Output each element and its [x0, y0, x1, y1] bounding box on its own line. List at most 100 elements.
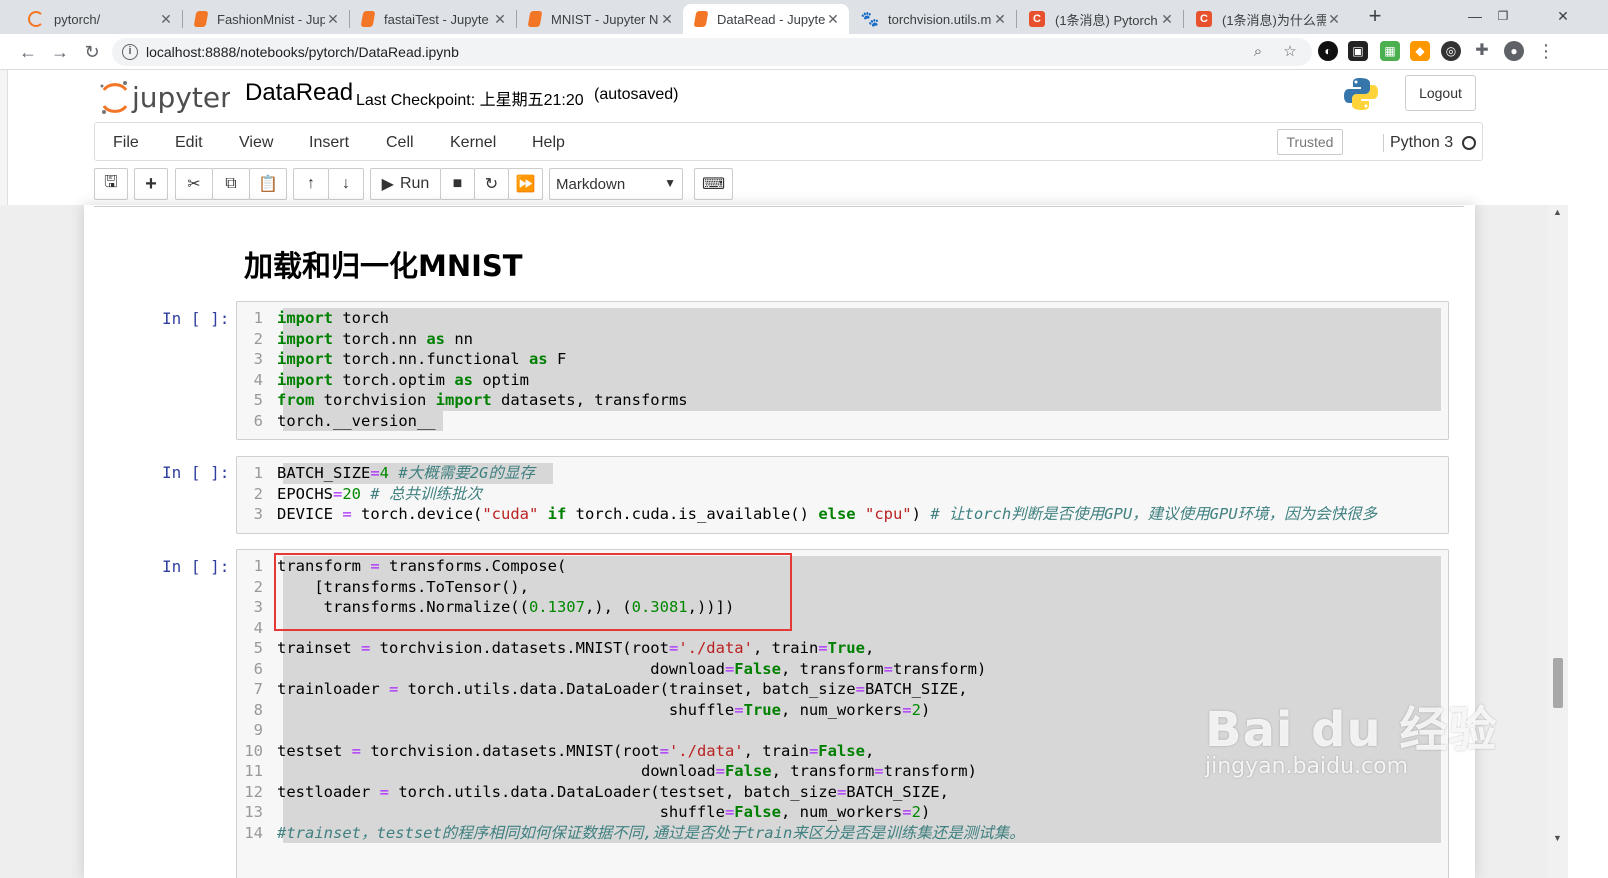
bookmark-star-icon[interactable]: ☆: [1280, 42, 1300, 62]
save-button[interactable]: 🖫: [94, 168, 128, 200]
menu-view[interactable]: View: [239, 134, 273, 152]
zoom-icon[interactable]: ⌕: [1248, 42, 1268, 62]
move-up-button[interactable]: ↑: [293, 168, 329, 200]
restart-button[interactable]: ↻: [474, 168, 509, 200]
code-line: 12 testloader = torch.utils.data.DataLoad…: [237, 781, 1448, 802]
run-button[interactable]: ▶ Run: [370, 168, 441, 200]
cell-type-select[interactable]: Markdown ▼: [549, 168, 683, 200]
extension-icon[interactable]: ▣: [1348, 41, 1368, 61]
menu-cell[interactable]: Cell: [386, 134, 414, 152]
scrollbar[interactable]: ▲ ▼: [1548, 205, 1568, 878]
close-tab-icon[interactable]: ✕: [992, 11, 1008, 28]
scroll-down-icon[interactable]: ▼: [1553, 833, 1562, 843]
trusted-indicator[interactable]: Trusted: [1277, 129, 1343, 155]
omnibox[interactable]: i localhost:8888/notebooks/pytorch/DataR…: [112, 38, 1312, 66]
extension-icon[interactable]: ◐: [1318, 41, 1338, 61]
code-token: =: [388, 680, 399, 698]
code-token: False: [818, 741, 865, 760]
paste-button[interactable]: 📋: [249, 168, 287, 200]
close-tab-icon[interactable]: ✕: [325, 11, 341, 28]
code-token: if: [547, 505, 567, 523]
code-editor[interactable]: 1 import torch 2 import torch.nn as nn 3 impo…: [237, 308, 1448, 431]
move-down-button[interactable]: ↓: [328, 168, 364, 200]
code-token: F: [547, 350, 567, 368]
jupyter-logo[interactable]: jupyter: [98, 78, 232, 121]
close-tab-icon[interactable]: ✕: [825, 11, 841, 28]
code-token: import: [277, 309, 333, 327]
browser-tab[interactable]: pytorch/ ✕: [16, 4, 182, 34]
code-token: datasets, transforms: [491, 391, 688, 409]
extension-icon[interactable]: ◆: [1410, 41, 1430, 61]
extensions-puzzle-icon[interactable]: ✚: [1472, 41, 1492, 61]
info-icon[interactable]: i: [122, 44, 138, 60]
markdown-heading[interactable]: 加载和归一化MNIST: [244, 243, 523, 285]
code-token: BATCH_SIZE,: [864, 680, 968, 698]
back-icon[interactable]: ←: [14, 38, 42, 66]
code-editor[interactable]: 1 BATCH_SIZE=4 #大概需要2G的显存 2 EPOCHS=20 # 总共训…: [237, 463, 1448, 525]
line-number: 13: [244, 803, 263, 821]
notebook-name[interactable]: DataRead: [245, 79, 353, 107]
close-tab-icon[interactable]: ✕: [1326, 11, 1342, 28]
close-tab-icon[interactable]: ✕: [492, 11, 508, 28]
code-line: 3 DEVICE = torch.device("cuda" if torch.c…: [237, 504, 1448, 525]
browser-tab[interactable]: C (1条消息)为什么需 ✕: [1184, 4, 1350, 34]
menu-help[interactable]: Help: [532, 134, 565, 152]
code-token: , num_workers: [780, 700, 903, 719]
code-line: 1 BATCH_SIZE=4 #大概需要2G的显存: [237, 463, 1448, 484]
menu-insert[interactable]: Insert: [309, 134, 349, 152]
code-cell[interactable]: 1 BATCH_SIZE=4 #大概需要2G的显存 2 EPOCHS=20 # 总共训…: [236, 456, 1449, 534]
browser-tab[interactable]: DataRead - Jupyte ✕: [683, 4, 849, 34]
insert-cell-button[interactable]: +: [134, 168, 168, 200]
browser-tab-title: MNIST - Jupyter N: [551, 11, 659, 27]
scrollbar-thumb[interactable]: [1553, 658, 1563, 708]
last-checkpoint: Last Checkpoint: 上星期五21:20: [356, 92, 584, 109]
code-token: torchvision: [314, 391, 436, 409]
browser-tab[interactable]: 🐾 torchvision.utils.m ✕: [850, 4, 1016, 34]
code-token: =: [342, 505, 352, 523]
command-palette-button[interactable]: ⌨: [694, 168, 733, 200]
menu-edit[interactable]: Edit: [175, 134, 203, 152]
code-token: torch.nn: [333, 329, 427, 348]
restart-run-all-button[interactable]: ⏩: [508, 168, 543, 200]
menu-kernel[interactable]: Kernel: [450, 134, 496, 152]
close-tab-icon[interactable]: ✕: [659, 11, 675, 28]
interrupt-button[interactable]: ■: [440, 168, 475, 200]
menu-kebab-icon[interactable]: ⋮: [1536, 41, 1556, 61]
code-cell[interactable]: 1 import torch 2 import torch.nn as nn 3 impo…: [236, 301, 1449, 440]
close-tab-icon[interactable]: ✕: [1159, 11, 1175, 28]
code-token: 20: [342, 484, 362, 503]
reload-icon[interactable]: ↻: [78, 38, 106, 66]
profile-avatar[interactable]: ●: [1504, 41, 1524, 61]
restore-button[interactable]: ❐: [1480, 0, 1526, 34]
close-window-button[interactable]: ✕: [1540, 0, 1586, 34]
kernel-name[interactable]: Python 3: [1383, 134, 1453, 152]
code-token: else: [818, 505, 856, 523]
browser-tab[interactable]: fastaiTest - Jupyte ✕: [350, 4, 516, 34]
browser-tab[interactable]: MNIST - Jupyter N ✕: [517, 4, 683, 34]
url-text[interactable]: localhost:8888/notebooks/pytorch/DataRea…: [146, 44, 459, 60]
code-token: 4: [379, 464, 390, 482]
csdn-icon: C: [1029, 11, 1045, 27]
code-token: nn: [445, 329, 473, 348]
forward-icon[interactable]: →: [46, 38, 74, 66]
copy-button[interactable]: ⧉: [212, 168, 250, 200]
extension-icon[interactable]: ▦: [1380, 41, 1400, 61]
scroll-up-icon[interactable]: ▲: [1553, 207, 1562, 217]
browser-tab[interactable]: C (1条消息) Pytorch ✕: [1017, 4, 1183, 34]
code-token: ): [920, 700, 931, 719]
new-tab-button[interactable]: +: [1362, 4, 1388, 30]
browser-tab[interactable]: FashionMnist - Jup ✕: [183, 4, 349, 34]
code-token: False: [724, 762, 772, 780]
code-line: 13 shuffle=False, num_workers=2): [237, 802, 1448, 823]
cut-button[interactable]: ✂: [175, 168, 213, 200]
python-logo-icon: [1343, 76, 1379, 115]
extension-icon[interactable]: ◎: [1441, 41, 1461, 61]
code-token: True: [743, 700, 781, 719]
keyboard-icon: ⌨: [701, 176, 726, 193]
code-token: ,: [864, 639, 875, 657]
code-token: "cpu": [864, 505, 912, 523]
menu-file[interactable]: File: [113, 134, 139, 152]
logout-button[interactable]: Logout: [1405, 75, 1476, 111]
close-tab-icon[interactable]: ✕: [158, 11, 174, 28]
